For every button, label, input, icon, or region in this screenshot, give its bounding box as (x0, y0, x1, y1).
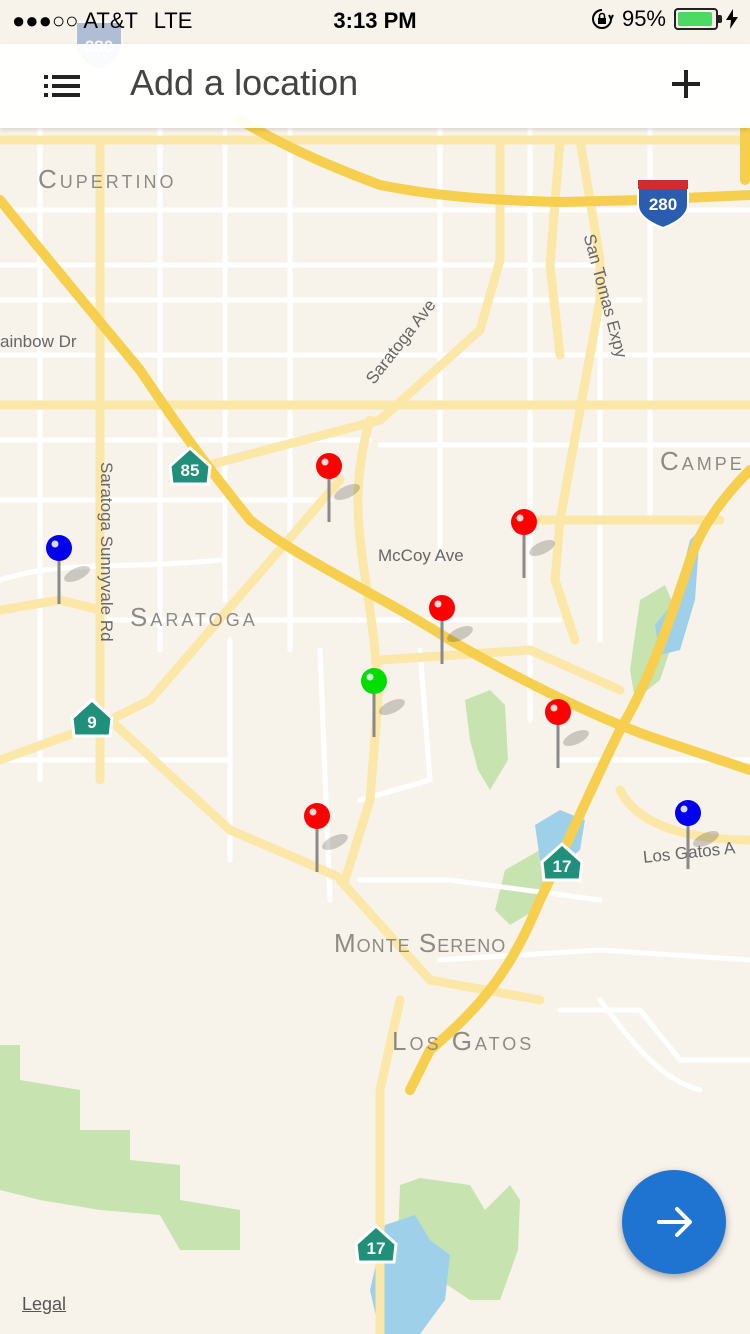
plus-icon[interactable] (662, 60, 710, 108)
map-pin-blue-7[interactable] (46, 535, 92, 604)
location-search-bar: Add a location (0, 44, 750, 128)
map-pin-red-4[interactable] (545, 699, 591, 768)
map-pin-blue-8[interactable] (675, 800, 721, 869)
legal-link[interactable]: Legal (22, 1294, 66, 1315)
pin-layer (46, 453, 721, 872)
battery-group: 95% (590, 6, 738, 32)
bolt-icon (726, 9, 738, 29)
arrow-right-icon (657, 1207, 692, 1237)
lock-rotation-icon (591, 9, 614, 29)
map-pin-green-6[interactable] (361, 668, 407, 737)
map-pin-red-1[interactable] (316, 453, 362, 522)
map-pin-red-2[interactable] (511, 509, 557, 578)
battery-icon (674, 8, 722, 30)
next-button[interactable] (622, 1170, 726, 1274)
add-location-input[interactable]: Add a location (130, 62, 358, 104)
status-bar: ●●●○○ AT&T LTE 3:13 PM 95% (0, 0, 750, 42)
list-icon[interactable] (38, 62, 86, 110)
battery-percent: 95% (621, 6, 666, 31)
map-pin-red-5[interactable] (304, 803, 350, 872)
map-pin-red-3[interactable] (429, 595, 475, 664)
